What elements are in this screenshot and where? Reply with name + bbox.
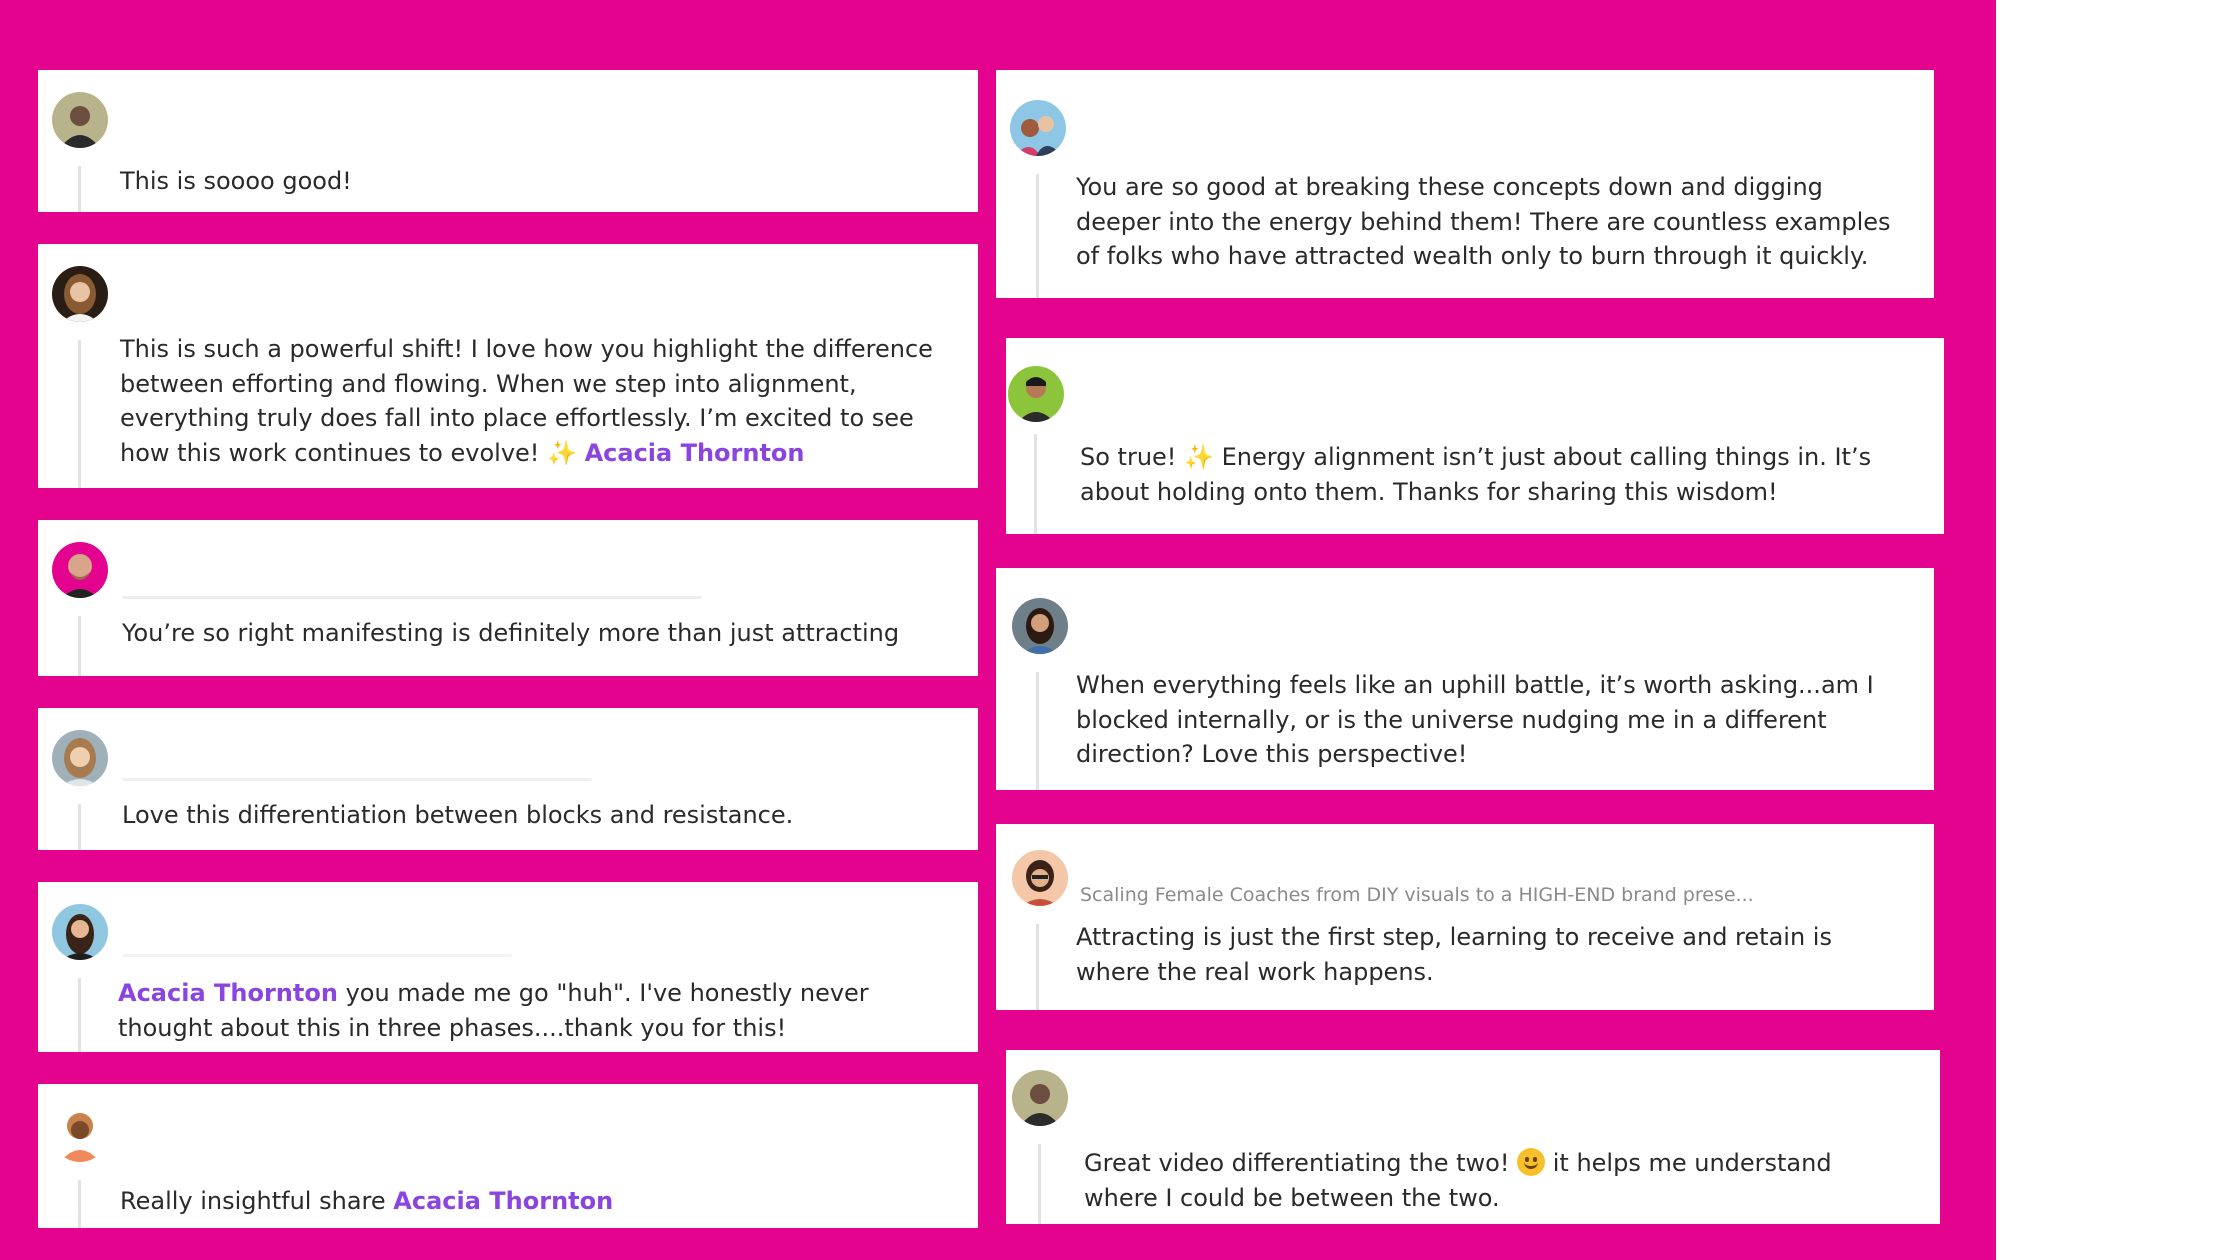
truncated-subtitle bbox=[122, 778, 592, 781]
comment-card: This is such a powerful shift! I love ho… bbox=[38, 244, 978, 488]
comment-text: This is soooo good! bbox=[120, 167, 352, 195]
avatar[interactable] bbox=[52, 1106, 108, 1162]
avatar[interactable] bbox=[1008, 366, 1064, 422]
comment-text: This is such a powerful shift! I love ho… bbox=[120, 335, 933, 467]
thread-line bbox=[78, 1180, 81, 1228]
thread-line bbox=[78, 804, 81, 850]
truncated-subtitle bbox=[122, 596, 702, 599]
comment-text: Really insightful share Acacia Thornton bbox=[120, 1187, 614, 1215]
comment-card: Love this differentiation between blocks… bbox=[38, 708, 978, 850]
truncated-subtitle bbox=[122, 954, 512, 957]
avatar[interactable] bbox=[52, 542, 108, 598]
thread-line bbox=[78, 616, 81, 676]
comment-text: Acacia Thornton you made me go "huh". I'… bbox=[118, 979, 869, 1042]
avatar[interactable] bbox=[52, 730, 108, 786]
thread-line bbox=[1038, 1144, 1041, 1224]
thread-line bbox=[1036, 924, 1039, 1010]
comment-card: Acacia Thornton you made me go "huh". I'… bbox=[38, 882, 978, 1052]
comment-card: Scaling Female Coaches from DIY visuals … bbox=[996, 824, 1934, 1010]
avatar[interactable] bbox=[1010, 100, 1066, 156]
thread-line bbox=[78, 340, 81, 488]
avatar[interactable] bbox=[52, 904, 108, 960]
comment-text: You’re so right manifesting is definitel… bbox=[122, 619, 900, 647]
comment-text: Attracting is just the first step, learn… bbox=[1076, 923, 1832, 986]
author-tagline: Scaling Female Coaches from DIY visuals … bbox=[1080, 884, 1754, 906]
avatar[interactable] bbox=[1012, 598, 1068, 654]
comment-card: You’re so right manifesting is definitel… bbox=[38, 520, 978, 676]
sparkles-icon: ✨ bbox=[1184, 443, 1214, 471]
comment-card: So true! ✨ Energy alignment isn’t just a… bbox=[1006, 338, 1944, 534]
thread-line bbox=[1036, 174, 1039, 298]
thread-line bbox=[78, 978, 81, 1052]
comment-card: Really insightful share Acacia Thornton bbox=[38, 1084, 978, 1228]
comment-text: Love this differentiation between blocks… bbox=[122, 801, 794, 829]
smiling-face-emoji-icon bbox=[1517, 1148, 1546, 1176]
avatar[interactable] bbox=[1012, 1070, 1068, 1126]
comment-text: So true! ✨ Energy alignment isn’t just a… bbox=[1080, 443, 1872, 506]
comment-card: When everything feels like an uphill bat… bbox=[996, 568, 1934, 790]
comment-card: This is soooo good! bbox=[38, 70, 978, 212]
avatar[interactable] bbox=[52, 92, 108, 148]
mention-link[interactable]: Acacia Thornton bbox=[393, 1187, 613, 1215]
avatar[interactable] bbox=[52, 266, 108, 322]
comment-card: You are so good at breaking these concep… bbox=[996, 70, 1934, 298]
avatar[interactable] bbox=[1012, 850, 1068, 906]
sparkles-icon: ✨ bbox=[547, 438, 577, 467]
mention-link[interactable]: Acacia Thornton bbox=[118, 979, 338, 1007]
thread-line bbox=[1034, 434, 1037, 534]
comment-card: Great video differentiating the two! it … bbox=[1006, 1050, 1940, 1224]
mention-link[interactable]: Acacia Thornton bbox=[585, 439, 805, 467]
thread-line bbox=[78, 166, 81, 212]
comment-board: This is soooo good! This is such a power… bbox=[0, 0, 1996, 1260]
comment-text: Great video differentiating the two! it … bbox=[1084, 1148, 1832, 1212]
comment-text: When everything feels like an uphill bat… bbox=[1076, 671, 1874, 768]
comment-text: You are so good at breaking these concep… bbox=[1076, 173, 1891, 270]
thread-line bbox=[1036, 672, 1039, 790]
